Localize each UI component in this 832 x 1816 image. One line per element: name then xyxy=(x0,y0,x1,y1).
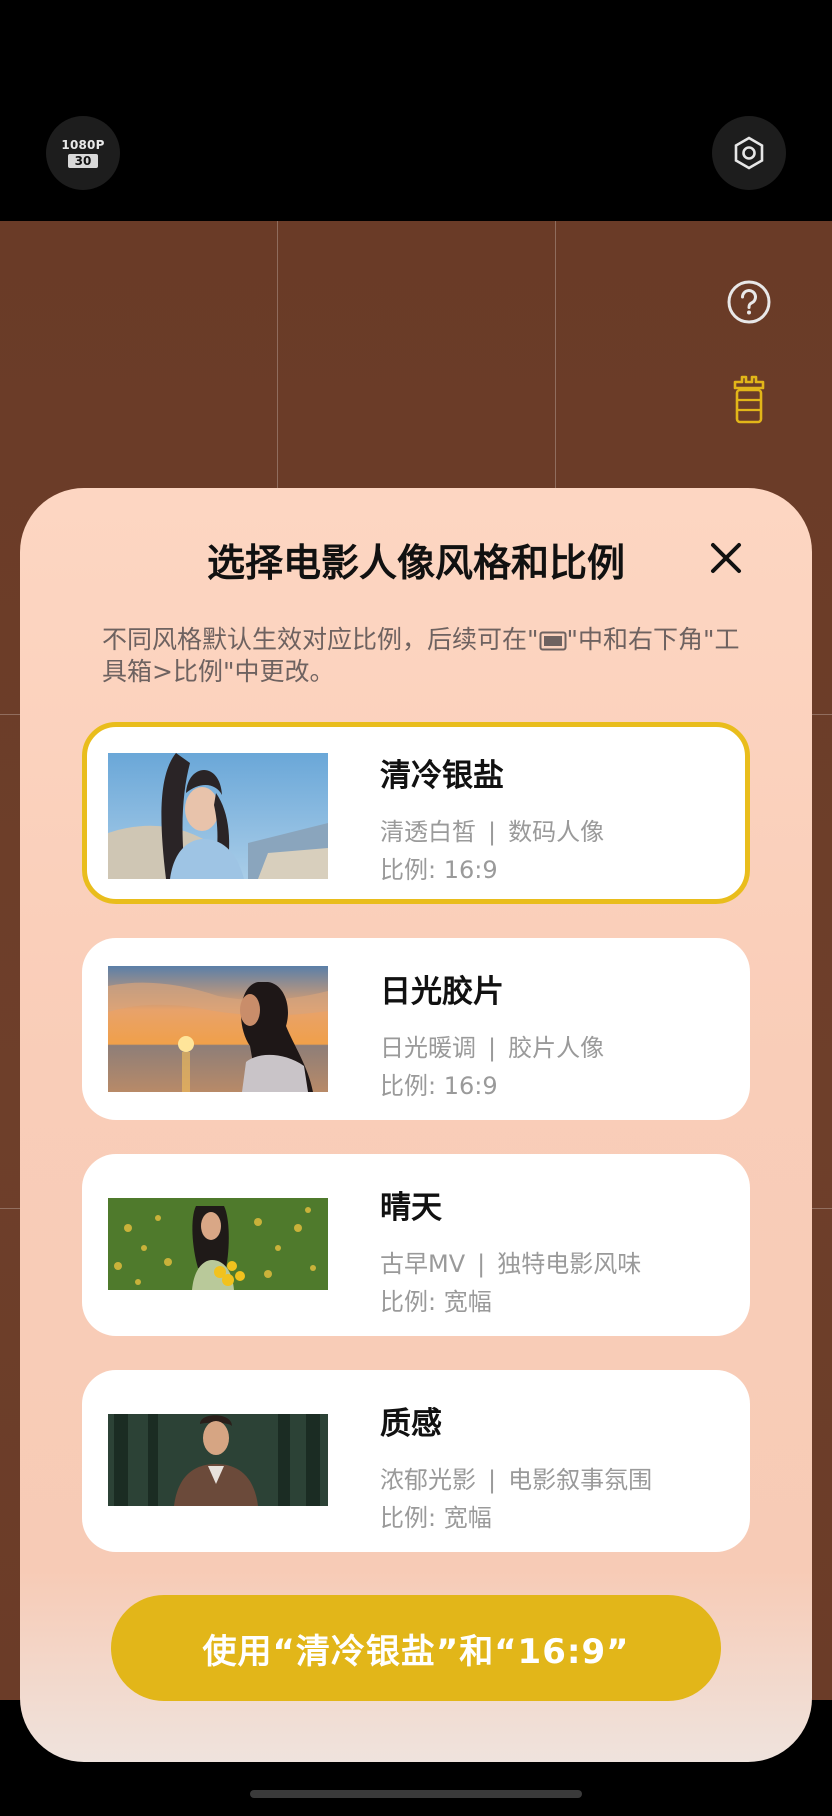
settings-button[interactable] xyxy=(712,116,786,190)
help-button[interactable] xyxy=(724,277,774,327)
style-tag: 清透白皙 xyxy=(380,818,476,846)
style-tag: 古早MV xyxy=(380,1250,466,1278)
fps-label: 30 xyxy=(67,154,99,168)
style-card-zhigan[interactable]: 质感 浓郁光影 | 电影叙事氛围 比例: 宽幅 xyxy=(82,1370,750,1552)
style-tag: 电影叙事氛围 xyxy=(508,1466,653,1494)
style-tags: 古早MV | 独特电影风味 xyxy=(380,1244,641,1279)
resolution-button[interactable]: 1080P 30 xyxy=(46,116,120,190)
style-card-riguang[interactable]: 日光胶片 日光暖调 | 胶片人像 比例: 16:9 xyxy=(82,938,750,1120)
style-tag: 日光暖调 xyxy=(380,1034,476,1062)
toolbox-icon xyxy=(733,375,765,424)
tag-separator: | xyxy=(488,1034,497,1062)
style-tags: 日光暖调 | 胶片人像 xyxy=(380,1028,604,1063)
style-ratio: 比例: 宽幅 xyxy=(380,1288,492,1316)
home-indicator[interactable] xyxy=(250,1790,582,1798)
style-ratio: 比例: 16:9 xyxy=(380,1072,498,1100)
desc-text-1: 不同风格默认生效对应比例，后续可在" xyxy=(102,625,539,654)
style-tag: 数码人像 xyxy=(508,818,605,846)
style-title: 清冷银盐 xyxy=(380,758,504,794)
style-title: 质感 xyxy=(380,1406,442,1442)
style-card-qingtian[interactable]: 晴天 古早MV | 独特电影风味 比例: 宽幅 xyxy=(82,1154,750,1336)
help-icon xyxy=(727,280,771,324)
style-ratio: 比例: 16:9 xyxy=(380,856,498,884)
style-tag: 浓郁光影 xyxy=(380,1466,476,1494)
style-thumbnail xyxy=(108,966,328,1092)
tag-separator: | xyxy=(488,1466,497,1494)
style-tag: 独特电影风味 xyxy=(497,1250,642,1278)
settings-icon xyxy=(734,136,764,170)
style-ratio: 比例: 宽幅 xyxy=(380,1504,492,1532)
style-selection-sheet: 选择电影人像风格和比例 不同风格默认生效对应比例，后续可在" "中和右下角"工具… xyxy=(20,488,812,1762)
style-tags: 浓郁光影 | 电影叙事氛围 xyxy=(380,1460,652,1495)
style-tags: 清透白皙 | 数码人像 xyxy=(380,812,604,847)
toolbox-button[interactable] xyxy=(726,371,772,427)
style-tag: 胶片人像 xyxy=(508,1034,605,1062)
style-thumbnail xyxy=(108,1414,328,1506)
sheet-description: 不同风格默认生效对应比例，后续可在" "中和右下角"工具箱>比例"中更改。 xyxy=(102,624,742,688)
style-thumbnail xyxy=(108,753,328,879)
camera-top-bar: 1080P 30 xyxy=(0,0,832,221)
tag-separator: | xyxy=(488,818,497,846)
style-title: 晴天 xyxy=(380,1190,442,1226)
style-card-qingleng[interactable]: 清冷银盐 清透白皙 | 数码人像 比例: 16:9 xyxy=(82,722,750,904)
tag-separator: | xyxy=(477,1250,486,1278)
resolution-label: 1080P xyxy=(61,138,105,152)
sheet-title: 选择电影人像风格和比例 xyxy=(206,541,625,585)
aspect-ratio-icon xyxy=(539,631,567,651)
close-icon xyxy=(711,543,741,573)
style-title: 日光胶片 xyxy=(380,974,504,1010)
close-button[interactable] xyxy=(702,534,750,582)
style-thumbnail xyxy=(108,1198,328,1290)
use-style-button[interactable]: 使用“清冷银盐”和“16:9” xyxy=(111,1595,721,1701)
